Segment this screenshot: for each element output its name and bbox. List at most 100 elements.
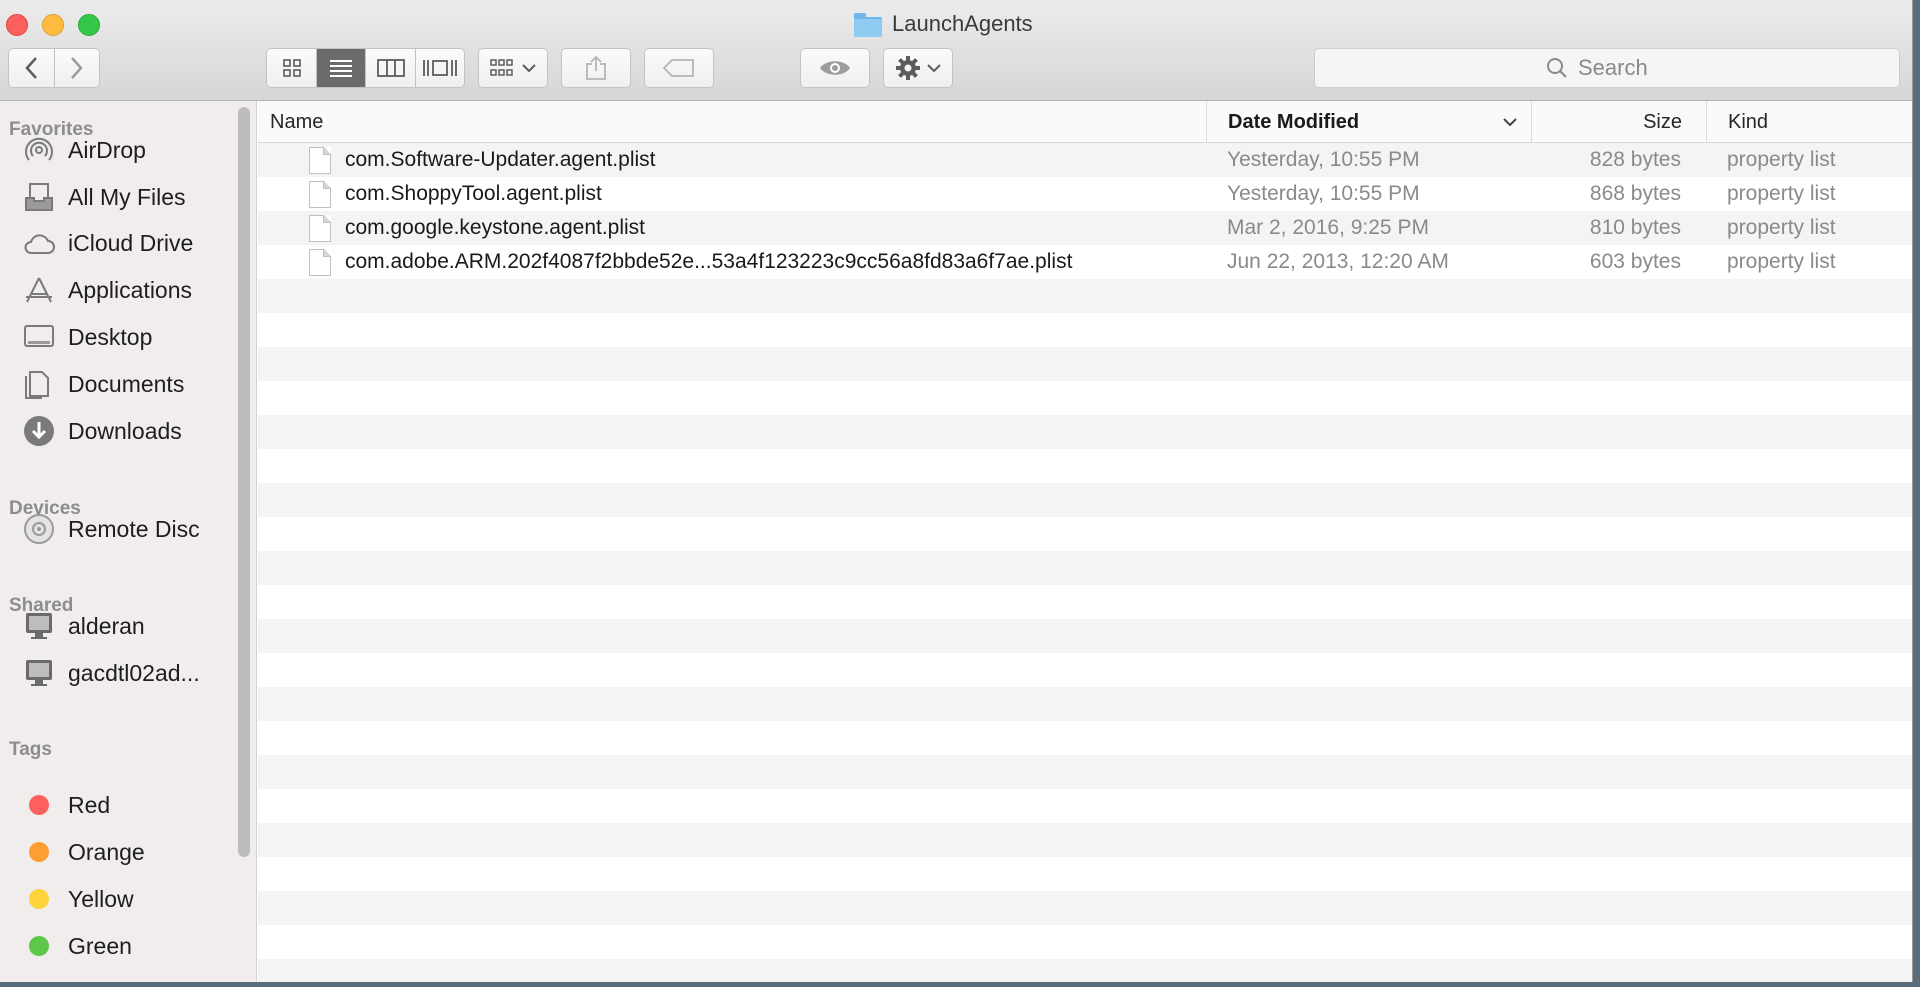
cloud-icon [22,226,56,260]
row-stripe [258,959,1912,982]
search-field[interactable] [1314,48,1900,88]
file-row[interactable]: com.adobe.ARM.202f4087f2bbde52e...53a4f1… [258,245,1912,279]
search-input[interactable] [1578,55,1668,81]
file-size-cell: 868 bytes [1589,182,1681,205]
sidebar-tag-label: Blue [68,980,114,983]
toolbar: LaunchAgents [0,0,1912,101]
window-title: LaunchAgents [854,11,1033,37]
eye-icon [820,61,850,75]
sort-descending-icon [1503,118,1517,127]
file-size-cell: 810 bytes [1589,216,1681,239]
document-icon [309,181,331,208]
chevron-left-icon [25,57,38,79]
minimize-window-button[interactable] [42,14,64,36]
row-stripe [258,313,1912,347]
sidebar-item-desktop[interactable]: Desktop [22,320,152,354]
file-row[interactable]: com.ShoppyTool.agent.plist Yesterday, 10:… [258,177,1912,211]
quick-look-button[interactable] [800,48,870,88]
document-icon [309,249,331,276]
sidebar-item-label: iCloud Drive [68,229,194,256]
sidebar-item-shared-alderan[interactable]: alderan [22,609,145,643]
file-size-cell: 828 bytes [1589,148,1681,171]
file-row[interactable]: com.Software-Updater.agent.plist Yesterda… [258,143,1912,177]
sidebar-item-icloud-drive[interactable]: iCloud Drive [22,226,193,260]
row-stripe [258,687,1912,721]
sidebar-scrollbar[interactable] [238,107,250,857]
sidebar-item-airdrop[interactable]: AirDrop [22,133,146,167]
file-name-cell: com.adobe.ARM.202f4087f2bbde52e...53a4f1… [345,250,1073,273]
column-header-kind[interactable]: Kind [1706,101,1906,143]
row-stripe [258,279,1912,313]
applications-icon [22,273,56,307]
column-header-size[interactable]: Size [1531,101,1706,143]
view-mode-control [266,48,465,88]
file-kind-cell: property list [1727,250,1836,273]
file-rows: com.Software-Updater.agent.plist Yesterda… [258,143,1912,982]
file-name-cell: com.ShoppyTool.agent.plist [345,182,602,205]
row-stripe [258,857,1912,891]
sidebar-tag-label: Red [68,791,111,818]
file-size-cell: 603 bytes [1589,250,1681,273]
row-stripe [258,755,1912,789]
forward-button[interactable] [55,49,100,87]
sidebar-item-label: Desktop [68,323,153,350]
finder-window: LaunchAgents Search Favorites AirDrop Al… [0,0,1913,982]
sidebar-tag-green[interactable]: Green [22,929,132,963]
folder-icon [854,13,882,37]
sidebar-item-label: All My Files [68,183,186,210]
row-stripe [258,551,1912,585]
share-button[interactable] [561,48,631,88]
sidebar-item-all-my-files[interactable]: All My Files [22,180,186,214]
row-stripe [258,381,1912,415]
action-menu-button[interactable] [883,48,953,88]
row-stripe [258,619,1912,653]
all-files-icon [22,180,56,214]
list-header: Name Date Modified Size Kind [258,101,1912,143]
sidebar-tag-orange[interactable]: Orange [22,835,145,869]
edit-tags-button[interactable] [644,48,714,88]
cover-flow-view-button[interactable] [416,49,464,87]
chevron-down-icon [927,64,941,73]
row-stripe [258,653,1912,687]
column-header-name[interactable]: Name [270,101,323,143]
row-stripe [258,891,1912,925]
navigation-buttons [8,48,100,88]
column-header-date-modified[interactable]: Date Modified [1206,101,1531,143]
sidebar-item-documents[interactable]: Documents [22,367,184,401]
sidebar-tag-label: Yellow [68,885,134,912]
window-title-text: LaunchAgents [892,11,1033,36]
sidebar-tag-red[interactable]: Red [22,788,110,822]
sidebar-item-label: alderan [68,612,145,639]
close-window-button[interactable] [6,14,28,36]
row-stripe [258,415,1912,449]
zoom-window-button[interactable] [78,14,100,36]
column-view-button[interactable] [366,49,416,87]
sidebar-item-downloads[interactable]: Downloads [22,414,182,448]
row-stripe [258,449,1912,483]
row-stripe [258,721,1912,755]
search-icon [1547,58,1567,78]
sidebar-item-label: Remote Disc [68,515,200,542]
sidebar: Favorites AirDrop All My Files iCloud Dr… [0,101,257,982]
cover-flow-icon [423,60,457,76]
row-stripe [258,925,1912,959]
file-list: Name Date Modified Size Kind com.Softwar… [258,101,1912,982]
list-view-button[interactable] [317,49,366,87]
file-kind-cell: property list [1727,148,1836,171]
sidebar-item-applications[interactable]: Applications [22,273,192,307]
sidebar-item-shared-gacdtl02ad[interactable]: gacdtl02ad... [22,656,200,690]
tag-color-dot [29,795,49,815]
sidebar-tag-label: Orange [68,838,145,865]
tag-icon [662,59,694,77]
chevron-right-icon [70,57,83,79]
arrange-button[interactable] [478,48,548,88]
back-button[interactable] [9,49,55,87]
sidebar-tag-blue[interactable]: Blue [22,976,114,983]
sidebar-tag-yellow[interactable]: Yellow [22,882,134,916]
sidebar-item-label: AirDrop [68,136,146,163]
computer-icon [22,656,56,690]
sidebar-item-label: Downloads [68,417,182,444]
file-row[interactable]: com.google.keystone.agent.plist Mar 2, 20… [258,211,1912,245]
icon-view-button[interactable] [267,49,317,87]
sidebar-item-remote-disc[interactable]: Remote Disc [22,512,200,546]
